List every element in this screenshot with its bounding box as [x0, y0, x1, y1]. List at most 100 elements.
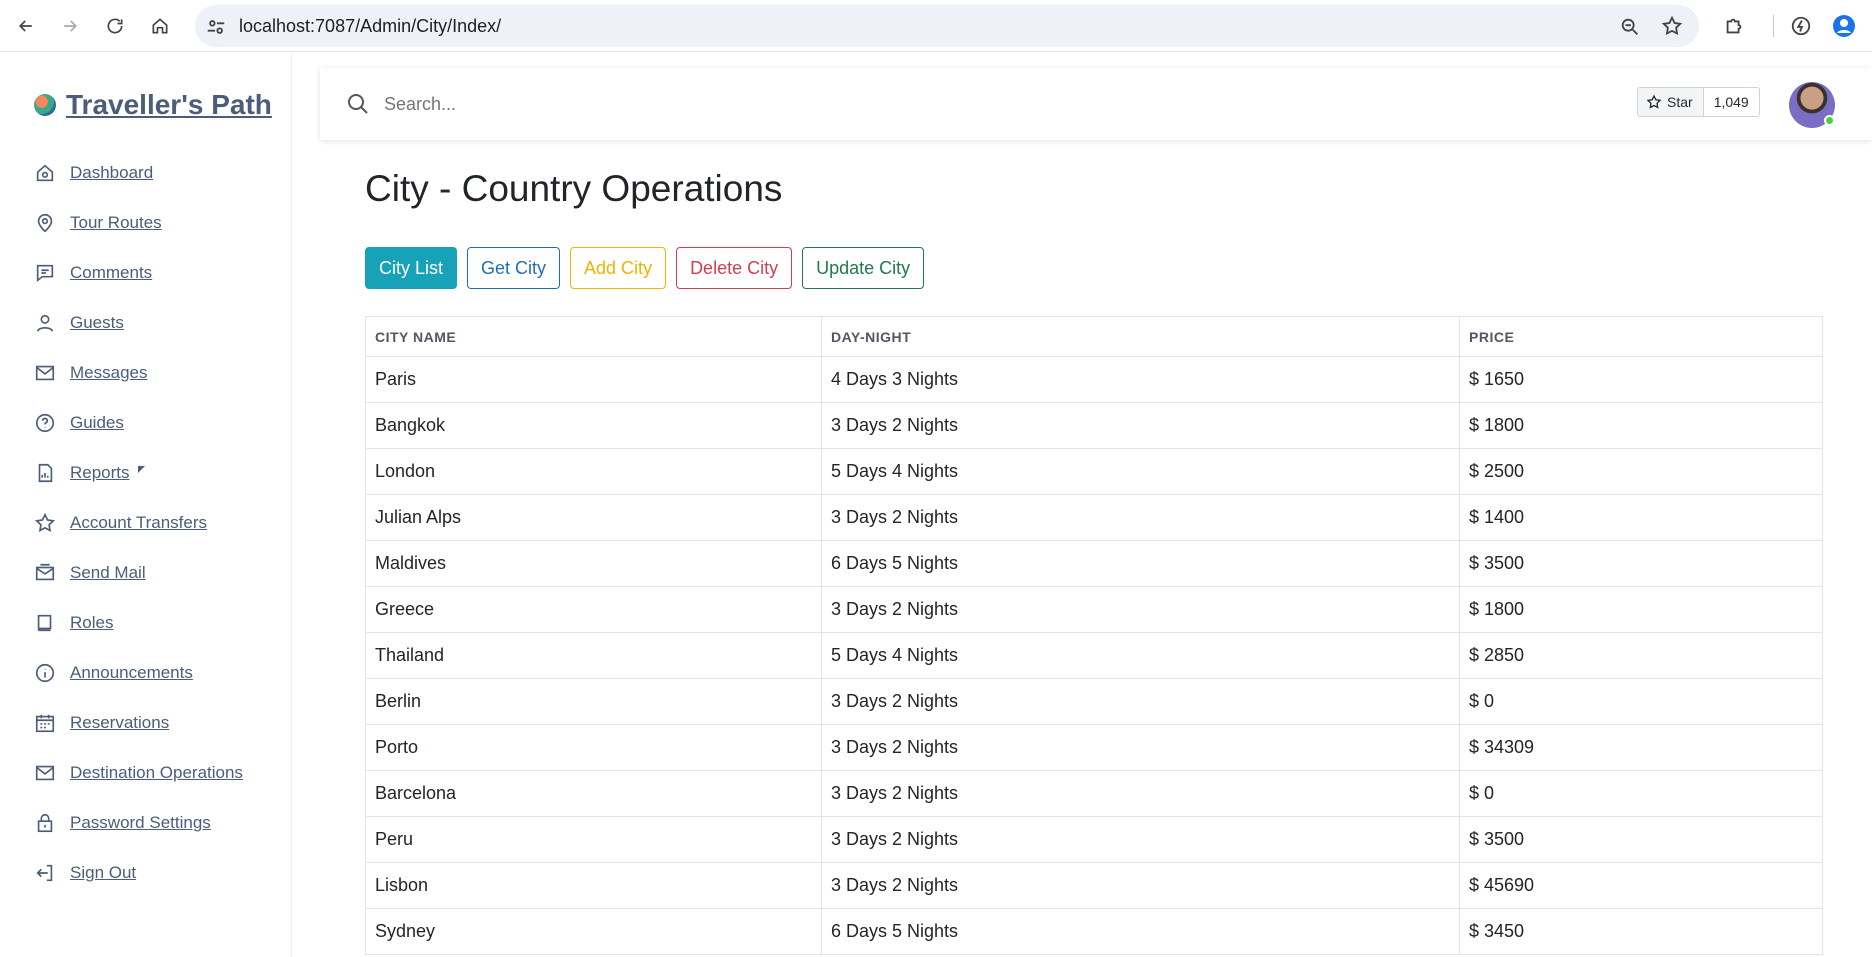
arrow-right-icon: [64, 20, 78, 32]
github-star-widget: Star 1,049: [1637, 87, 1760, 117]
calendar-icon: [34, 712, 56, 734]
page-title: City - Country Operations: [365, 168, 783, 209]
star-outline-icon: [1646, 94, 1662, 109]
sidebar-item-label: Dashboard: [70, 163, 154, 182]
sidebar-item-dashboard[interactable]: Dashboard: [34, 148, 243, 198]
table-row: Thailand 5 Days 4 Nights $ 2850: [365, 632, 1823, 679]
bookmark-star-icon[interactable]: [1661, 15, 1683, 37]
cell-day-night: 3 Days 2 Nights: [821, 402, 1460, 449]
cell-price: $ 3450: [1459, 908, 1823, 955]
home-button[interactable]: [146, 12, 174, 40]
update-city-button[interactable]: Update City: [802, 247, 925, 289]
sign-out-icon: [34, 862, 56, 884]
send-mail-icon: [34, 562, 56, 584]
delete-city-button[interactable]: Delete City: [676, 247, 793, 289]
mail-icon: [34, 362, 56, 384]
table-row: Barcelona 3 Days 2 Nights $ 0: [365, 770, 1823, 817]
sidebar-item-label: Destination Operations: [70, 763, 243, 782]
cell-day-night: 4 Days 3 Nights: [821, 356, 1460, 403]
sidebar-item-label: Comments: [70, 263, 153, 282]
sidebar-item-label: Guests: [70, 313, 124, 332]
cell-day-night: 3 Days 2 Nights: [821, 816, 1460, 863]
help-icon: [34, 412, 56, 434]
table-row: Maldives 6 Days 5 Nights $ 3500: [365, 540, 1823, 587]
forward-button[interactable]: [56, 12, 84, 40]
add-city-button[interactable]: Add City: [570, 247, 667, 289]
cell-city-name: London: [365, 448, 822, 495]
profile-button[interactable]: [1831, 13, 1857, 39]
table-row: Julian Alps 3 Days 2 Nights $ 1400: [365, 494, 1823, 541]
cell-day-night: 3 Days 2 Nights: [821, 724, 1460, 771]
puzzle-icon: [1726, 18, 1742, 34]
sidebar-item-roles[interactable]: Roles: [34, 598, 243, 648]
cell-day-night: 3 Days 2 Nights: [821, 494, 1460, 541]
browser-toolbar: localhost:7087/Admin/City/Index/: [0, 0, 1872, 52]
cell-day-night: 3 Days 2 Nights: [821, 770, 1460, 817]
site-settings-icon[interactable]: [205, 16, 227, 38]
search-input[interactable]: [384, 88, 1284, 120]
sidebar-item-announcements[interactable]: Announcements: [34, 648, 243, 698]
table-row: Berlin 3 Days 2 Nights $ 0: [365, 678, 1823, 725]
brand-logo: [34, 94, 56, 116]
profile-icon: [1833, 15, 1855, 37]
extensions-button[interactable]: [1721, 13, 1747, 39]
search-icon: [348, 94, 368, 114]
avatar[interactable]: [1789, 82, 1835, 128]
sidebar-item-messages[interactable]: Messages: [34, 348, 243, 398]
star-count[interactable]: 1,049: [1703, 88, 1759, 116]
star-label: Star: [1667, 94, 1693, 110]
reload-icon: [107, 18, 123, 34]
sidebar: Traveller's Path Dashboard Tour Routes C…: [0, 53, 292, 957]
sidebar-item-guests[interactable]: Guests: [34, 298, 243, 348]
cell-city-name: Lisbon: [365, 862, 822, 909]
sidebar-item-label: Messages: [70, 363, 148, 382]
cell-price: $ 1800: [1459, 402, 1823, 449]
sidebar-item-password-settings[interactable]: Password Settings: [34, 798, 243, 848]
table-row: Paris 4 Days 3 Nights $ 1650: [365, 356, 1823, 403]
table-row: Greece 3 Days 2 Nights $ 1800: [365, 586, 1823, 633]
sidebar-item-comments[interactable]: Comments: [34, 248, 243, 298]
city-table: CITY NAME DAY-NIGHT PRICE Paris 4 Days 3 …: [365, 316, 1823, 955]
sidebar-item-reservations[interactable]: Reservations: [34, 698, 243, 748]
home-icon: [34, 162, 56, 184]
sidebar-item-sign-out[interactable]: Sign Out: [34, 848, 243, 898]
sidebar-item-label: Password Settings: [70, 813, 211, 832]
sidebar-item-reports[interactable]: Reports: [34, 448, 243, 498]
sidebar-item-destination-operations[interactable]: Destination Operations: [34, 748, 243, 798]
url-text[interactable]: localhost:7087/Admin/City/Index/: [239, 16, 501, 37]
cell-price: $ 0: [1459, 770, 1823, 817]
table-body: Paris 4 Days 3 Nights $ 1650 Bangkok 3 Days …: [365, 356, 1823, 955]
table-row: London 5 Days 4 Nights $ 2500: [365, 448, 1823, 495]
lock-icon: [34, 812, 56, 834]
cell-price: $ 1800: [1459, 586, 1823, 633]
cell-price: $ 45690: [1459, 862, 1823, 909]
back-button[interactable]: [12, 12, 40, 40]
sidebar-item-send-mail[interactable]: Send Mail: [34, 548, 243, 598]
sidebar-item-guides[interactable]: Guides: [34, 398, 243, 448]
star-button[interactable]: Star: [1638, 88, 1704, 116]
star-icon: [34, 512, 56, 534]
table-row: Bangkok 3 Days 2 Nights $ 1800: [365, 402, 1823, 449]
user-icon: [34, 312, 56, 334]
cell-city-name: Greece: [365, 586, 822, 633]
cell-city-name: Julian Alps: [365, 494, 822, 541]
brand-name[interactable]: Traveller's Path: [66, 89, 272, 121]
reload-button[interactable]: [101, 12, 129, 40]
get-city-button[interactable]: Get City: [467, 247, 561, 289]
city-list-button[interactable]: City List: [365, 247, 458, 289]
cell-price: $ 1650: [1459, 356, 1823, 403]
column-header-day-night: DAY-NIGHT: [821, 316, 1460, 357]
sidebar-item-label: Announcements: [70, 663, 193, 682]
brand[interactable]: Traveller's Path: [34, 89, 272, 121]
sidebar-item-label: Reservations: [70, 713, 170, 732]
zoom-icon[interactable]: [1619, 16, 1641, 38]
performance-button[interactable]: [1788, 13, 1814, 39]
sidebar-item-tour-routes[interactable]: Tour Routes: [34, 198, 243, 248]
table-header-row: CITY NAME DAY-NIGHT PRICE: [365, 316, 1823, 357]
caret-icon: [137, 465, 145, 473]
topbar: Star 1,049: [320, 68, 1872, 140]
sidebar-item-label: Tour Routes: [70, 213, 162, 232]
cell-city-name: Berlin: [365, 678, 822, 725]
sidebar-item-account-transfers[interactable]: Account Transfers: [34, 498, 243, 548]
address-bar[interactable]: localhost:7087/Admin/City/Index/: [195, 5, 1699, 47]
